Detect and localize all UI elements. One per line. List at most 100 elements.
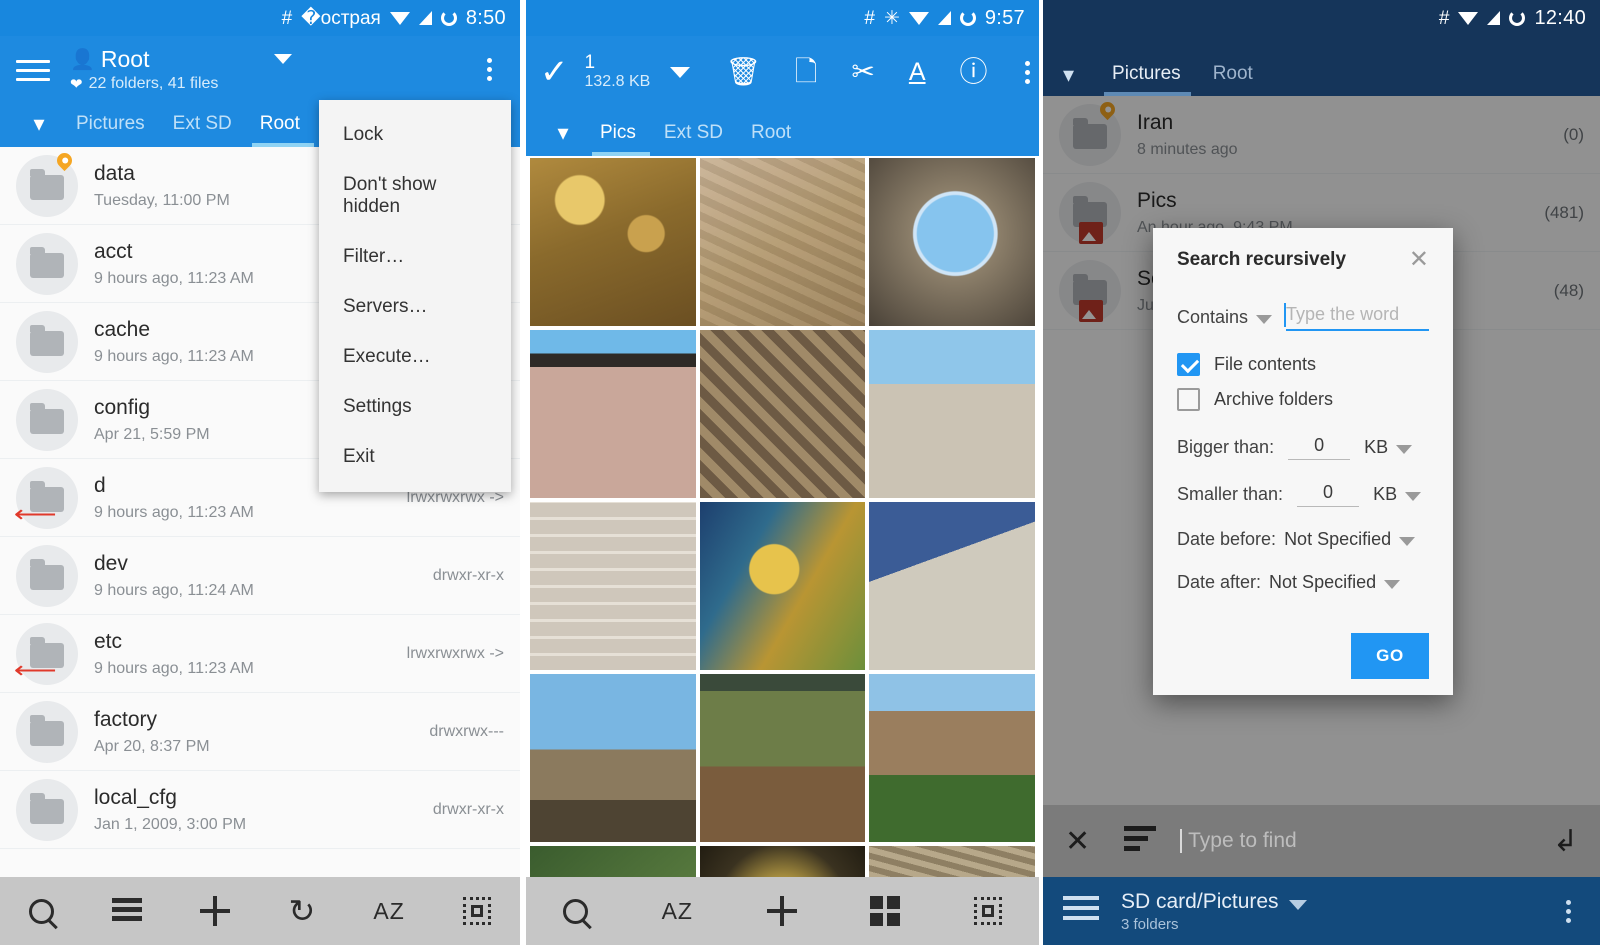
search-icon[interactable] (29, 898, 55, 924)
tab-ext-sd[interactable]: Ext SD (650, 122, 737, 156)
close-icon[interactable]: ✕ (1065, 824, 1090, 859)
menu-item-servers[interactable]: Servers… (319, 282, 511, 332)
select-all-icon[interactable] (462, 897, 491, 925)
file-name: dev (94, 551, 128, 575)
checkbox-archive-folders[interactable] (1177, 388, 1200, 411)
menu-item-dont-show-hidden[interactable]: Don't show hidden (319, 160, 511, 232)
chevron-down-icon[interactable] (1396, 445, 1413, 454)
filter-icon[interactable] (1124, 826, 1157, 856)
image-grid (526, 156, 1039, 945)
file-count: (48) (1553, 280, 1584, 300)
date-before-value[interactable]: Not Specified (1284, 529, 1391, 550)
checkbox-file-contents-row[interactable]: File contents (1177, 353, 1429, 376)
refresh-icon[interactable]: ↻ (288, 895, 315, 927)
smaller-than-unit[interactable]: KB (1373, 484, 1397, 505)
current-path[interactable]: SD card/Pictures (1121, 890, 1279, 914)
grid-view-icon[interactable] (870, 896, 901, 926)
tab-ext-sd[interactable]: Ext SD (159, 113, 246, 147)
copy-icon[interactable]: 🗋 (795, 58, 818, 86)
menu-item-execute[interactable]: Execute… (319, 332, 511, 382)
thumbnail[interactable] (699, 674, 866, 842)
ring-icon (959, 10, 976, 26)
caret-down-icon[interactable] (670, 66, 691, 78)
select-all-icon[interactable] (974, 897, 1003, 925)
cut-icon[interactable]: ✂ (851, 58, 874, 86)
menu-item-filter[interactable]: Filter… (319, 232, 511, 282)
close-icon[interactable]: ✕ (1409, 248, 1429, 272)
chevron-down-icon[interactable]: ▾ (1057, 62, 1096, 96)
thumbnail[interactable] (530, 674, 696, 842)
thumbnail[interactable] (699, 330, 866, 498)
go-button[interactable]: GO (1351, 633, 1429, 679)
checkbox-file-contents[interactable] (1177, 353, 1200, 376)
menu-item-settings[interactable]: Settings (319, 382, 511, 432)
add-icon[interactable] (200, 896, 231, 926)
tab-pictures[interactable]: Pictures (62, 113, 159, 147)
menu-item-exit[interactable]: Exit (319, 432, 511, 482)
bigger-than-unit[interactable]: KB (1364, 437, 1388, 458)
thumbnail[interactable] (530, 330, 696, 498)
status-bar-1: # �острая 8:50 (0, 0, 520, 36)
search-icon[interactable] (562, 898, 588, 924)
kebab-icon[interactable] (474, 58, 504, 81)
status-time-3: 12:40 (1534, 6, 1586, 29)
table-row[interactable]: local_cfg Jan 1, 2009, 3:00 PM drwxr-xr-… (0, 771, 520, 849)
chevron-down-icon[interactable] (1384, 580, 1401, 589)
enter-icon[interactable]: ↲ (1553, 824, 1578, 859)
delete-icon[interactable]: 🗑 (725, 58, 761, 86)
search-recursively-dialog: Search recursively ✕ Contains Type the w… (1153, 228, 1453, 695)
chevron-down-icon[interactable] (1256, 315, 1273, 324)
menu-item-lock[interactable]: Lock (319, 110, 511, 160)
sort-az-icon[interactable]: AZ (373, 898, 404, 925)
tab-pictures[interactable]: Pictures (1096, 63, 1197, 96)
thumbnail[interactable] (699, 158, 866, 326)
chevron-down-icon[interactable]: ▾ (16, 111, 62, 147)
app-subtitle-row: ❤ 22 folders, 41 files (70, 75, 252, 93)
check-icon[interactable]: ✓ (540, 52, 569, 92)
tab-pics[interactable]: Pics (586, 122, 650, 156)
bluetooth-icon: ✳ (883, 7, 900, 29)
selection-count: 1 (584, 51, 596, 73)
caret-down-icon[interactable] (1288, 899, 1307, 910)
smaller-than-input[interactable]: 0 (1297, 482, 1360, 507)
match-mode-label[interactable]: Contains (1177, 307, 1248, 328)
thumbnail[interactable] (869, 674, 1035, 842)
sort-az-icon[interactable]: AZ (662, 898, 693, 925)
thumbnail[interactable] (869, 158, 1035, 326)
overflow-menu-1[interactable]: Lock Don't show hidden Filter… Servers… … (319, 100, 511, 492)
hamburger-icon[interactable] (16, 60, 56, 81)
caret-down-icon[interactable] (274, 54, 292, 64)
list-view-icon[interactable] (112, 897, 143, 925)
bigger-than-input[interactable]: 0 (1288, 435, 1351, 460)
table-row[interactable]: Iran 8 minutes ago (0) (1043, 96, 1600, 174)
folder-icon (1059, 98, 1121, 166)
thumbnail[interactable] (699, 502, 866, 670)
signal-icon (418, 11, 432, 25)
table-row[interactable]: ⟵ etc 9 hours ago, 11:23 AM lrwxrwxrwx -… (0, 615, 520, 693)
chevron-down-icon[interactable]: ▾ (540, 120, 586, 156)
tab-root[interactable]: Root (246, 113, 315, 147)
date-after-value[interactable]: Not Specified (1269, 572, 1376, 593)
thumbnail[interactable] (869, 502, 1035, 670)
info-icon[interactable]: ⓘ (960, 58, 988, 86)
checkbox-archive-folders-row[interactable]: Archive folders (1177, 388, 1429, 411)
folder-icon (16, 232, 78, 295)
chevron-down-icon[interactable] (1399, 537, 1416, 546)
find-input[interactable]: Type to find (1180, 829, 1553, 853)
tab-root[interactable]: Root (737, 122, 805, 156)
table-row[interactable]: dev 9 hours ago, 11:24 AM drwxr-xr-x (0, 537, 520, 615)
table-row[interactable]: factory Apr 20, 8:37 PM drwxrwx--- (0, 693, 520, 771)
thumbnail[interactable] (869, 330, 1035, 498)
tab-root[interactable]: Root (1197, 63, 1269, 96)
kebab-icon[interactable] (1015, 60, 1039, 84)
thumbnail[interactable] (530, 158, 696, 326)
bluetooth-icon: �острая (301, 7, 381, 29)
hamburger-icon[interactable] (1063, 896, 1099, 926)
thumbnail[interactable] (530, 502, 696, 670)
add-icon[interactable] (766, 896, 797, 926)
checkbox-label: Archive folders (1214, 389, 1334, 409)
search-query-input[interactable]: Type the word (1284, 303, 1429, 331)
chevron-down-icon[interactable] (1405, 492, 1422, 501)
kebab-icon[interactable] (1556, 899, 1580, 923)
rename-icon[interactable]: A (909, 59, 926, 85)
